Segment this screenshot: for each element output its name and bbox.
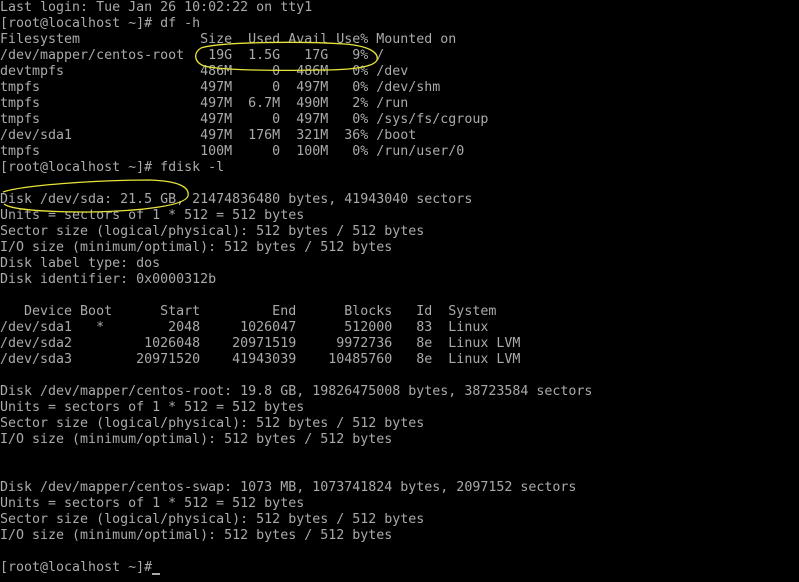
- terminal-line: /dev/sda1 * 2048 1026047 512000 83 Linux: [0, 320, 489, 335]
- terminal-line: Device Boot Start End Blocks Id System: [0, 304, 497, 319]
- terminal-line: Disk identifier: 0x0000312b: [0, 272, 217, 287]
- terminal-line: I/O size (minimum/optimal): 512 bytes / …: [0, 528, 393, 543]
- terminal-line: Units = sectors of 1 * 512 = 512 bytes: [0, 400, 305, 415]
- terminal-line: [root@localhost ~]# fdisk -l: [0, 160, 225, 175]
- terminal-line: Sector size (logical/physical): 512 byte…: [0, 512, 425, 527]
- terminal-line: Sector size (logical/physical): 512 byte…: [0, 224, 425, 239]
- terminal-line: Sector size (logical/physical): 512 byte…: [0, 416, 425, 431]
- terminal-line: Last login: Tue Jan 26 10:02:22 on tty1: [0, 0, 313, 15]
- terminal-line: Disk /dev/mapper/centos-root: 19.8 GB, 1…: [0, 384, 593, 399]
- terminal-line: tmpfs 100M 0 100M 0% /run/user/0: [0, 144, 465, 159]
- terminal-line: devtmpfs 486M 0 486M 0% /dev: [0, 64, 409, 79]
- terminal-line: Disk label type: dos: [0, 256, 161, 271]
- terminal-line: I/O size (minimum/optimal): 512 bytes / …: [0, 240, 393, 255]
- terminal-line: I/O size (minimum/optimal): 512 bytes / …: [0, 432, 393, 447]
- terminal-line: /dev/sda1 497M 176M 321M 36% /boot: [0, 128, 417, 143]
- terminal-line: Disk /dev/mapper/centos-swap: 1073 MB, 1…: [0, 480, 577, 495]
- terminal-line: Units = sectors of 1 * 512 = 512 bytes: [0, 496, 305, 511]
- terminal-line: Units = sectors of 1 * 512 = 512 bytes: [0, 208, 305, 223]
- terminal-line: [root@localhost ~]#: [0, 560, 153, 575]
- terminal-line: /dev/mapper/centos-root 19G 1.5G 17G 9% …: [0, 48, 385, 63]
- terminal-line: /dev/sda2 1026048 20971519 9972736 8e Li…: [0, 336, 521, 351]
- terminal-line: tmpfs 497M 6.7M 490M 2% /run: [0, 96, 409, 111]
- console-screen[interactable]: Last login: Tue Jan 26 10:02:22 on tty1 …: [0, 0, 799, 582]
- terminal-line: [root@localhost ~]# df -h: [0, 16, 201, 31]
- terminal-line: tmpfs 497M 0 497M 0% /dev/shm: [0, 80, 441, 95]
- terminal-line: Disk /dev/sda: 21.5 GB, 21474836480 byte…: [0, 192, 473, 207]
- terminal-line: tmpfs 497M 0 497M 0% /sys/fs/cgroup: [0, 112, 489, 127]
- text-cursor: [152, 573, 160, 575]
- terminal-line: /dev/sda3 20971520 41943039 10485760 8e …: [0, 352, 521, 367]
- terminal-line: Filesystem Size Used Avail Use% Mounted …: [0, 32, 457, 47]
